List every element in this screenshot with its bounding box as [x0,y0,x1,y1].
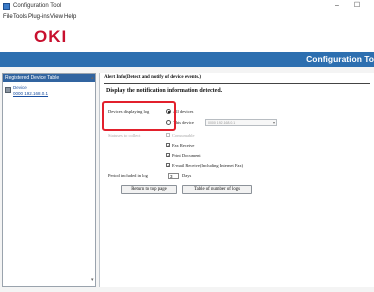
device-address-link[interactable]: 0000 192.168.0.1 [13,91,48,96]
oki-logo: OKI [34,27,68,46]
window-title: Configuration Tool [13,3,62,9]
app-icon [3,3,10,10]
highlight-frame [102,101,176,131]
device-name: Device [13,85,27,90]
checkbox-consumable-label: Consumable [172,133,195,138]
banner-band: Configuration To [0,52,374,67]
sidebar-title: Registered Device Table [3,74,95,82]
checkbox-print-document[interactable]: ✓ [166,153,170,158]
breadcrumb-divider [104,83,370,84]
checkbox-print-document-label: Print Document [172,153,201,158]
period-label: Period included in log [108,173,148,178]
period-input[interactable]: 3 [168,173,179,179]
status-label: Statuses to collect [108,133,141,138]
minimize-button[interactable]: – [330,1,344,11]
checkbox-email-receive-label: E-mail Receive(Including Internet Fax) [172,163,244,168]
checkbox-email-receive[interactable]: ✓ [166,163,170,168]
menu-plugins[interactable]: Plug-ins [28,14,50,20]
scroll-up-arrow[interactable]: ▴ [91,75,94,81]
menu-file[interactable]: File [3,14,13,20]
radio-all-devices-label: All devices [173,109,194,114]
return-to-top-button[interactable]: Return to top page [121,185,177,194]
printer-icon [5,87,11,93]
device-sidebar: Registered Device Table Device 0000 192.… [2,73,96,287]
period-unit: Days [182,173,192,178]
chevron-down-icon: ▾ [272,120,275,125]
device-select[interactable]: 0000 192.168.0.1 ▾ [205,119,277,126]
device-select-value: 0000 192.168.0.1 [208,121,236,125]
maximize-button[interactable]: ☐ [350,1,364,11]
checkbox-fax-receive[interactable]: ✓ [166,143,170,148]
menu-bar: File Tools Plug-ins View Help [0,13,374,23]
radio-this-device-label: This device [173,120,194,125]
menu-tools[interactable]: Tools [13,14,27,20]
title-bar: Configuration Tool – ☐ [0,0,374,13]
table-of-logs-button[interactable]: Table of number of logs [182,185,252,194]
section-title: Display the notification information det… [106,88,223,94]
breadcrumb: Alert Info(Detect and notify of device e… [104,75,202,80]
application-window: Configuration Tool – ☐ File Tools Plug-i… [0,0,374,292]
checkbox-fax-receive-label: Fax Receive [172,143,195,148]
menu-view[interactable]: View [50,14,63,20]
menu-help[interactable]: Help [64,14,76,20]
device-list-item[interactable]: Device 0000 192.168.0.1 [5,85,65,99]
banner-title: Configuration To [306,54,374,64]
scroll-down-arrow[interactable]: ▾ [91,277,94,283]
checkbox-consumable[interactable] [166,133,170,137]
